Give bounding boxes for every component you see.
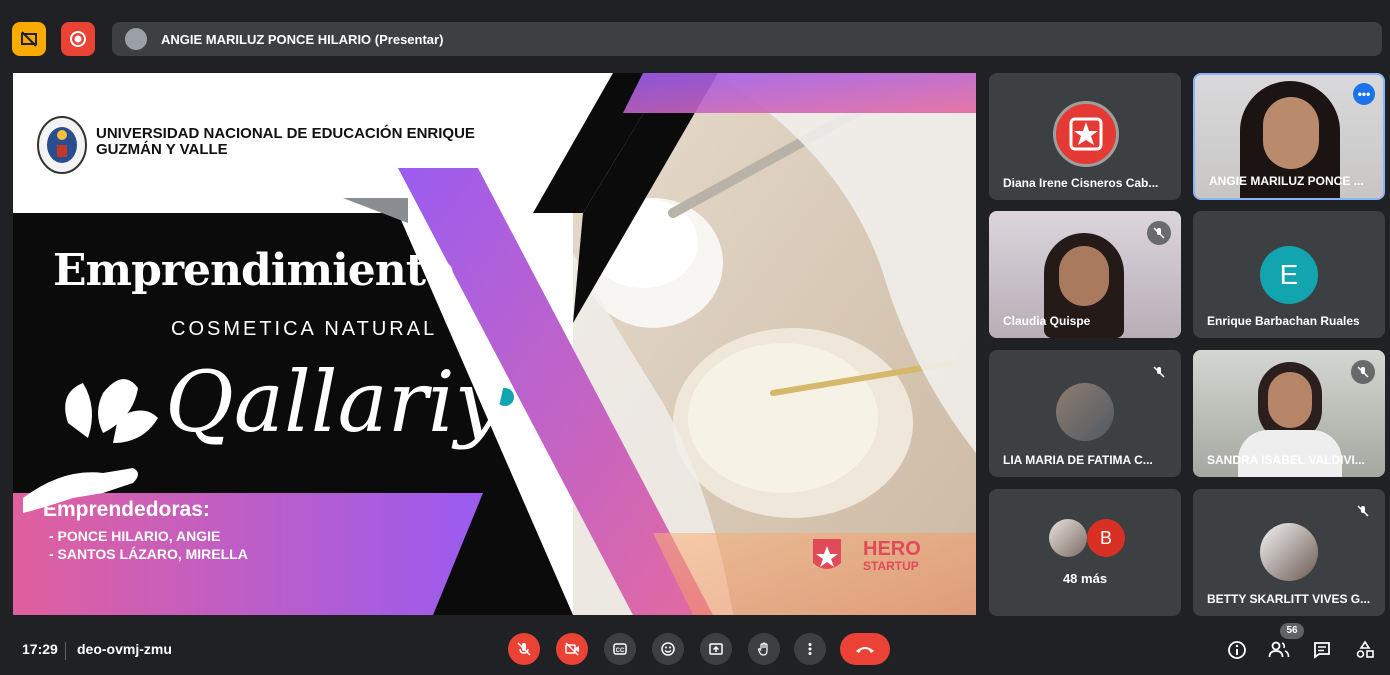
- participants-button[interactable]: [1268, 639, 1290, 661]
- slide-title: Emprendimiento: [53, 245, 454, 296]
- participant-name: Claudia Quispe: [1003, 314, 1091, 328]
- participant-name: SANDRA ISABEL VALDIVI...: [1207, 453, 1365, 467]
- avatar-initial: B: [1099, 527, 1112, 548]
- participant-tile-betty[interactable]: BETTY SKARLITT VIVES G...: [1193, 489, 1385, 616]
- meeting-details-button[interactable]: [1226, 639, 1248, 661]
- brand-script: Qallariy: [165, 353, 503, 451]
- mic-off-icon: [1357, 505, 1369, 517]
- participant-name: BETTY SKARLITT VIVES G...: [1207, 592, 1371, 606]
- entrepreneur-1: - PONCE HILARIO, ANGIE: [49, 528, 221, 544]
- leave-call-button[interactable]: [840, 633, 890, 665]
- participant-tile-enrique[interactable]: E Enrique Barbachan Ruales: [1193, 211, 1385, 338]
- avatar-initial: E: [1279, 259, 1299, 290]
- meeting-code[interactable]: deo-ovmj-zmu: [77, 641, 172, 657]
- university-name: UNIVERSIDAD NACIONAL DE EDUCACIÓN ENRIQU…: [96, 126, 475, 158]
- star-logo-icon: [1069, 117, 1103, 151]
- hero-text: HERO: [863, 538, 921, 560]
- presentation-slide: UNIVERSIDAD NACIONAL DE EDUCACIÓN ENRIQU…: [13, 73, 976, 615]
- slide-subtitle: COSMETICA NATURAL: [171, 318, 438, 340]
- info-icon: [1228, 641, 1246, 659]
- more-participants-tile[interactable]: B 48 más: [989, 489, 1181, 616]
- avatar: [1053, 101, 1119, 167]
- startup-text: STARTUP: [863, 559, 919, 573]
- person-face: [1268, 372, 1312, 428]
- activities-button[interactable]: [1354, 639, 1376, 661]
- avatar: [1049, 519, 1087, 557]
- participant-name: ANGIE MARILUZ PONCE ...: [1209, 174, 1364, 188]
- participant-name: LIA MARIA DE FATIMA C...: [1003, 453, 1153, 467]
- participant-name: Enrique Barbachan Ruales: [1207, 314, 1360, 328]
- hide-self-view-button[interactable]: [12, 22, 46, 56]
- camera-button[interactable]: [556, 633, 588, 665]
- participant-tile-claudia[interactable]: Claudia Quispe: [989, 211, 1181, 338]
- entrepreneurs-heading: Emprendedoras:: [43, 498, 210, 521]
- hide-view-icon: [21, 31, 37, 47]
- chat-icon: [1314, 642, 1330, 659]
- more-dots-icon: •••: [1357, 87, 1371, 101]
- presenter-bar[interactable]: ANGIE MARILUZ PONCE HILARIO (Presentar): [112, 22, 1382, 56]
- camera-off-icon: [565, 642, 579, 656]
- university-line-1: UNIVERSIDAD NACIONAL DE EDUCACIÓN ENRIQU…: [96, 125, 475, 142]
- muted-indicator: [1351, 360, 1375, 384]
- more-options-button[interactable]: •••: [1353, 83, 1375, 105]
- present-icon: [709, 643, 723, 655]
- mic-off-icon: [517, 642, 531, 656]
- captions-icon: CC: [613, 643, 627, 655]
- emoji-icon: [661, 642, 675, 656]
- more-count-label: 48 más: [1062, 571, 1108, 586]
- mic-off-icon: [1153, 366, 1165, 378]
- entrepreneur-2: - SANTOS LÁZARO, MIRELLA: [49, 546, 248, 562]
- participant-name: Diana Irene Cisneros Cab...: [1003, 176, 1159, 190]
- hero-startup-logo: HERO STARTUP: [863, 539, 921, 573]
- person-face: [1059, 246, 1109, 306]
- recording-button[interactable]: [61, 22, 95, 56]
- participant-tile-lia[interactable]: LIA MARIA DE FATIMA C...: [989, 350, 1181, 477]
- participant-tile-angie[interactable]: ••• ANGIE MARILUZ PONCE ...: [1193, 73, 1385, 200]
- clock: 17:29: [22, 641, 58, 657]
- avatar: E: [1260, 246, 1318, 304]
- chat-button[interactable]: [1311, 639, 1333, 661]
- muted-indicator: [1351, 499, 1375, 523]
- presenter-avatar: [125, 28, 147, 50]
- more-options-button[interactable]: [794, 633, 826, 665]
- activities-icon: [1356, 640, 1374, 658]
- bottom-bar: 17:29 deo-ovmj-zmu CC: [0, 625, 1390, 675]
- avatar: B: [1087, 519, 1125, 557]
- avatar: [1056, 383, 1114, 441]
- avatar: [1260, 523, 1318, 581]
- muted-indicator: [1147, 360, 1171, 384]
- participant-count-badge: 56: [1280, 623, 1304, 639]
- more-vert-icon: [808, 643, 812, 655]
- divider: [65, 642, 66, 660]
- microphone-button[interactable]: [508, 633, 540, 665]
- raise-hand-button[interactable]: [748, 633, 780, 665]
- mic-off-icon: [1357, 366, 1369, 378]
- hand-icon: [757, 642, 768, 656]
- reactions-button[interactable]: [652, 633, 684, 665]
- top-bar: ANGIE MARILUZ PONCE HILARIO (Presentar): [0, 0, 1390, 66]
- svg-text:CC: CC: [616, 648, 625, 654]
- person-face: [1263, 97, 1319, 169]
- record-icon: [70, 31, 86, 47]
- university-line-2: GUZMÁN Y VALLE: [96, 141, 228, 158]
- participant-tile-sandra[interactable]: SANDRA ISABEL VALDIVI...: [1193, 350, 1385, 477]
- mic-off-icon: [1153, 227, 1165, 239]
- hang-up-icon: [856, 647, 874, 653]
- presenter-label: ANGIE MARILUZ PONCE HILARIO (Presentar): [161, 31, 444, 47]
- participant-tile-diana[interactable]: Diana Irene Cisneros Cab...: [989, 73, 1181, 200]
- present-button[interactable]: [700, 633, 732, 665]
- captions-button[interactable]: CC: [604, 633, 636, 665]
- muted-indicator: [1147, 221, 1171, 245]
- people-icon: [1268, 641, 1290, 658]
